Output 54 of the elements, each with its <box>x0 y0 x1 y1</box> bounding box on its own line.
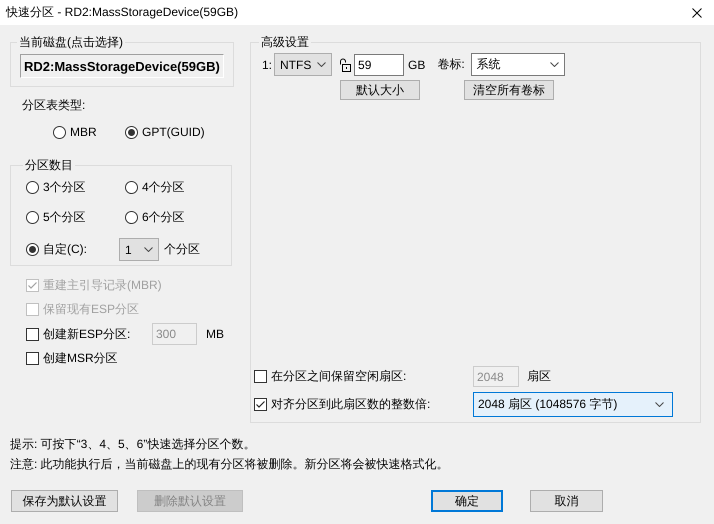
chevron-icon <box>144 247 153 252</box>
unlocked-padlock-icon[interactable] <box>339 58 352 72</box>
checkbox-option[interactable]: 在分区之间保留空闲扇区: <box>254 368 473 386</box>
checkmark-icon <box>27 280 38 291</box>
chevron-icon <box>317 62 326 67</box>
radio-option[interactable]: 3个分区 <box>26 178 125 196</box>
close-icon[interactable] <box>692 8 702 18</box>
radio-button[interactable] <box>53 126 66 138</box>
filesystem-dropdown[interactable]: NTFS <box>274 53 332 76</box>
radio-button[interactable] <box>26 210 39 224</box>
group-label: 高级设置 <box>260 35 310 50</box>
radio-option[interactable]: 5个分区 <box>26 208 125 226</box>
note-text: 注意: 此功能执行后，当前磁盘上的现有分区将被删除。新分区将会被快速格式化。 <box>10 456 450 473</box>
checkbox[interactable] <box>254 398 267 411</box>
radio-option[interactable]: GPT(GUID) <box>125 123 205 141</box>
cancel-button[interactable]: 取消 <box>530 490 603 512</box>
section-label: 分区表类型: <box>22 97 86 114</box>
window-title: 快速分区 - RD2:MassStorageDevice(59GB) <box>6 4 238 21</box>
field-label: 卷标: <box>437 56 465 73</box>
partition-count-dropdown[interactable]: 1 <box>119 238 159 261</box>
ok-button[interactable]: 确定 <box>431 490 503 512</box>
radio-button[interactable] <box>125 180 138 194</box>
checkbox[interactable] <box>254 370 267 383</box>
radio-button[interactable] <box>125 210 138 224</box>
checkbox[interactable] <box>26 352 39 366</box>
clear-labels-button[interactable]: 清空所有卷标 <box>464 80 554 100</box>
alignment-dropdown[interactable]: 2048 扇区 (1048576 字节) <box>473 392 673 417</box>
chevron-icon <box>550 62 559 67</box>
radio-option[interactable]: 自定(C): <box>26 240 119 258</box>
radio-option[interactable]: MBR <box>53 123 125 141</box>
chevron-icon <box>655 402 664 407</box>
unit-label: GB <box>408 58 426 72</box>
radio-button[interactable] <box>26 180 39 194</box>
unit-label: 扇区 <box>527 368 551 385</box>
radio-button[interactable] <box>26 243 39 256</box>
unit-label: 个分区 <box>164 241 200 258</box>
note-text: 提示: 可按下“3、4、5、6”快速选择分区个数。 <box>10 436 256 453</box>
partition-index: 1: <box>262 58 272 72</box>
size-field[interactable]: 59 <box>354 54 404 76</box>
checkbox-option[interactable]: 创建新ESP分区: <box>26 325 152 344</box>
checkmark-icon <box>255 399 266 410</box>
default-size-button[interactable]: 默认大小 <box>340 80 420 100</box>
checkbox-option[interactable]: 创建MSR分区 <box>26 350 118 368</box>
radio-button[interactable] <box>125 126 138 138</box>
checkbox[interactable] <box>26 328 39 341</box>
radio-option[interactable]: 6个分区 <box>125 208 222 226</box>
unit-label: MB <box>206 327 224 342</box>
radio-option[interactable]: 4个分区 <box>125 178 222 196</box>
group-label: 分区数目 <box>24 158 74 173</box>
group-label: 当前磁盘(点击选择) <box>18 35 124 50</box>
volume-label-dropdown[interactable]: 系统 <box>470 53 565 76</box>
checkbox-option[interactable]: 对齐分区到此扇区数的整数倍: <box>254 396 473 414</box>
disk-field[interactable]: RD2:MassStorageDevice(59GB) <box>20 54 224 78</box>
save-default-button[interactable]: 保存为默认设置 <box>11 490 118 512</box>
